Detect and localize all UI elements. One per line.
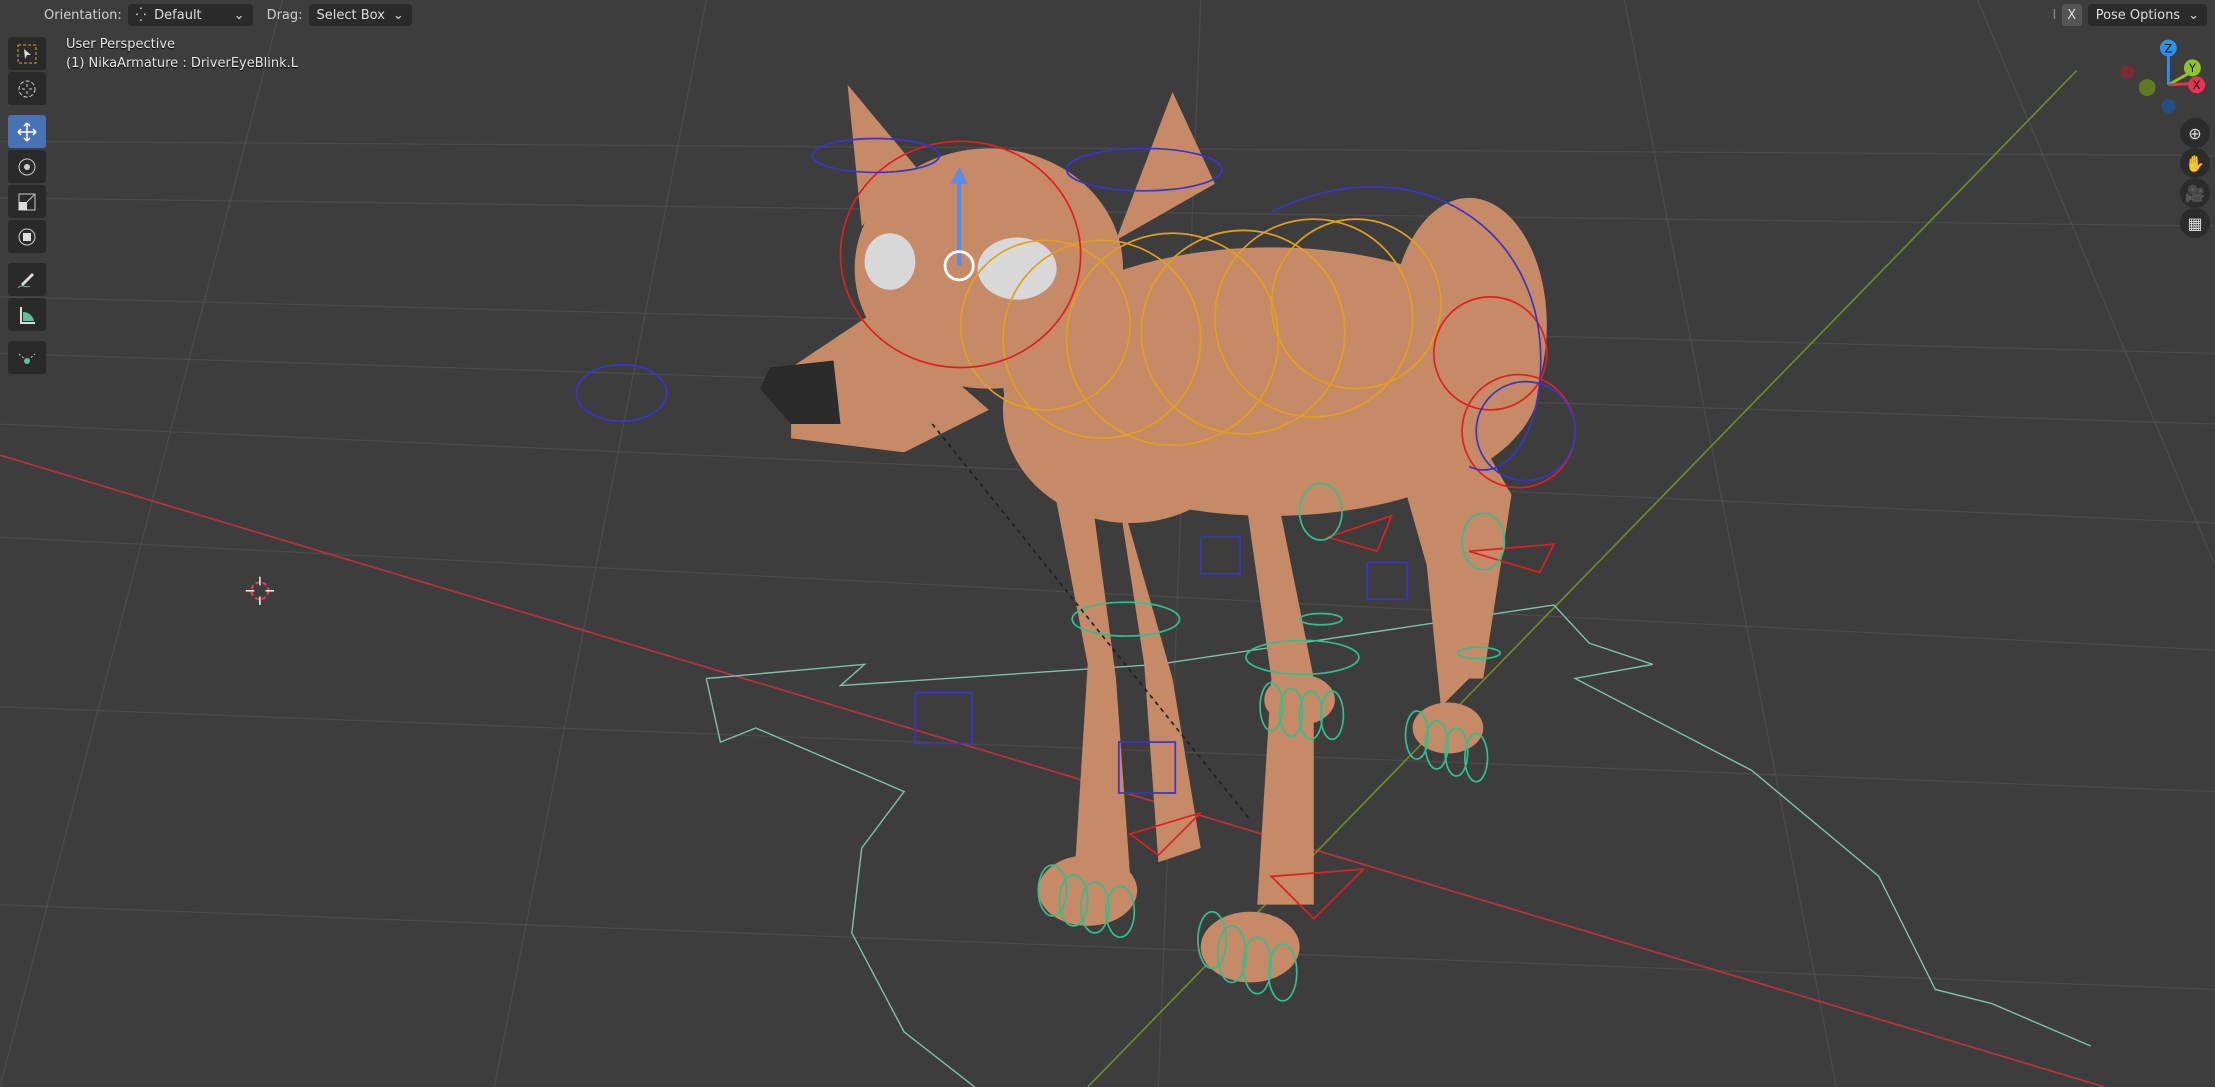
perspective-toggle-button[interactable]: ▦ xyxy=(2180,208,2210,238)
mirror-x-toggle[interactable]: X xyxy=(2061,4,2082,26)
wolf-mesh xyxy=(791,84,1547,983)
transform-tool[interactable] xyxy=(8,220,46,253)
measure-icon xyxy=(20,306,35,324)
hand-icon: ✋ xyxy=(2185,153,2205,173)
3d-viewport[interactable]: Z Y X xyxy=(0,0,2215,1087)
drag-label: Drag: xyxy=(266,7,303,23)
tool-header: Orientation: ⁛ Default ⌄ Drag: Select Box ⌄ xyxy=(0,0,2215,30)
select-box-icon xyxy=(17,44,37,63)
pose-tool[interactable] xyxy=(8,341,46,374)
cursor-tool[interactable] xyxy=(8,72,46,105)
camera-icon: 🎥 xyxy=(2185,183,2205,203)
move-tool[interactable] xyxy=(8,115,46,148)
eye-left xyxy=(977,237,1057,300)
active-object: (1) NikaArmature : DriverEyeBlink.L xyxy=(66,56,299,71)
eye-right xyxy=(864,233,916,290)
3d-cursor-icon[interactable] xyxy=(245,576,275,605)
orientation-value: Default xyxy=(154,7,202,23)
scale-icon xyxy=(18,193,36,210)
zoom-icon: ⊕ xyxy=(2188,123,2202,143)
navigation-gizmo[interactable] xyxy=(2120,39,2206,114)
pose-options-dropdown[interactable]: Pose Options ⌄ xyxy=(2087,4,2207,26)
scale-tool[interactable] xyxy=(8,185,46,218)
cursor-icon xyxy=(18,80,36,97)
select-box-tool[interactable] xyxy=(8,37,46,70)
chevron-down-icon: ⌄ xyxy=(2188,7,2199,23)
drag-value: Select Box xyxy=(316,7,385,23)
move-icon xyxy=(17,121,37,142)
nose xyxy=(759,360,841,425)
grid-icon: ▦ xyxy=(2187,213,2203,233)
orientation-label: Orientation: xyxy=(44,7,122,23)
gizmo-z-label: Z xyxy=(2165,42,2173,55)
drag-dropdown[interactable]: Select Box ⌄ xyxy=(308,4,412,26)
zoom-view-button[interactable]: ⊕ xyxy=(2180,118,2210,148)
orientation-icon: ⁛ xyxy=(135,7,147,23)
camera-view-button[interactable]: 🎥 xyxy=(2180,178,2210,208)
root-bone-control xyxy=(705,604,2091,1087)
gizmo-x-label: X xyxy=(2193,79,2201,92)
orientation-dropdown[interactable]: ⁛ Default ⌄ xyxy=(127,4,253,26)
toolbar xyxy=(8,37,46,376)
transform-icon xyxy=(18,228,36,245)
gizmo-y-label: Y xyxy=(2188,62,2196,75)
viewport-info: User Perspective (1) NikaArmature : Driv… xyxy=(66,35,298,73)
annotate-icon xyxy=(17,272,34,288)
measure-tool[interactable] xyxy=(8,298,46,331)
view-name: User Perspective xyxy=(66,37,176,52)
mirror-icon[interactable]: ⦚ xyxy=(2053,8,2056,23)
rotate-tool[interactable] xyxy=(8,150,46,183)
rotate-icon xyxy=(18,158,36,175)
x-axis-line xyxy=(0,454,2106,1087)
chevron-down-icon: ⌄ xyxy=(392,7,404,23)
pose-options-label: Pose Options xyxy=(2095,7,2181,23)
annotate-tool[interactable] xyxy=(8,263,46,296)
pan-view-button[interactable]: ✋ xyxy=(2180,148,2210,178)
relax-pose-icon xyxy=(18,353,36,364)
chevron-down-icon: ⌄ xyxy=(233,7,245,23)
